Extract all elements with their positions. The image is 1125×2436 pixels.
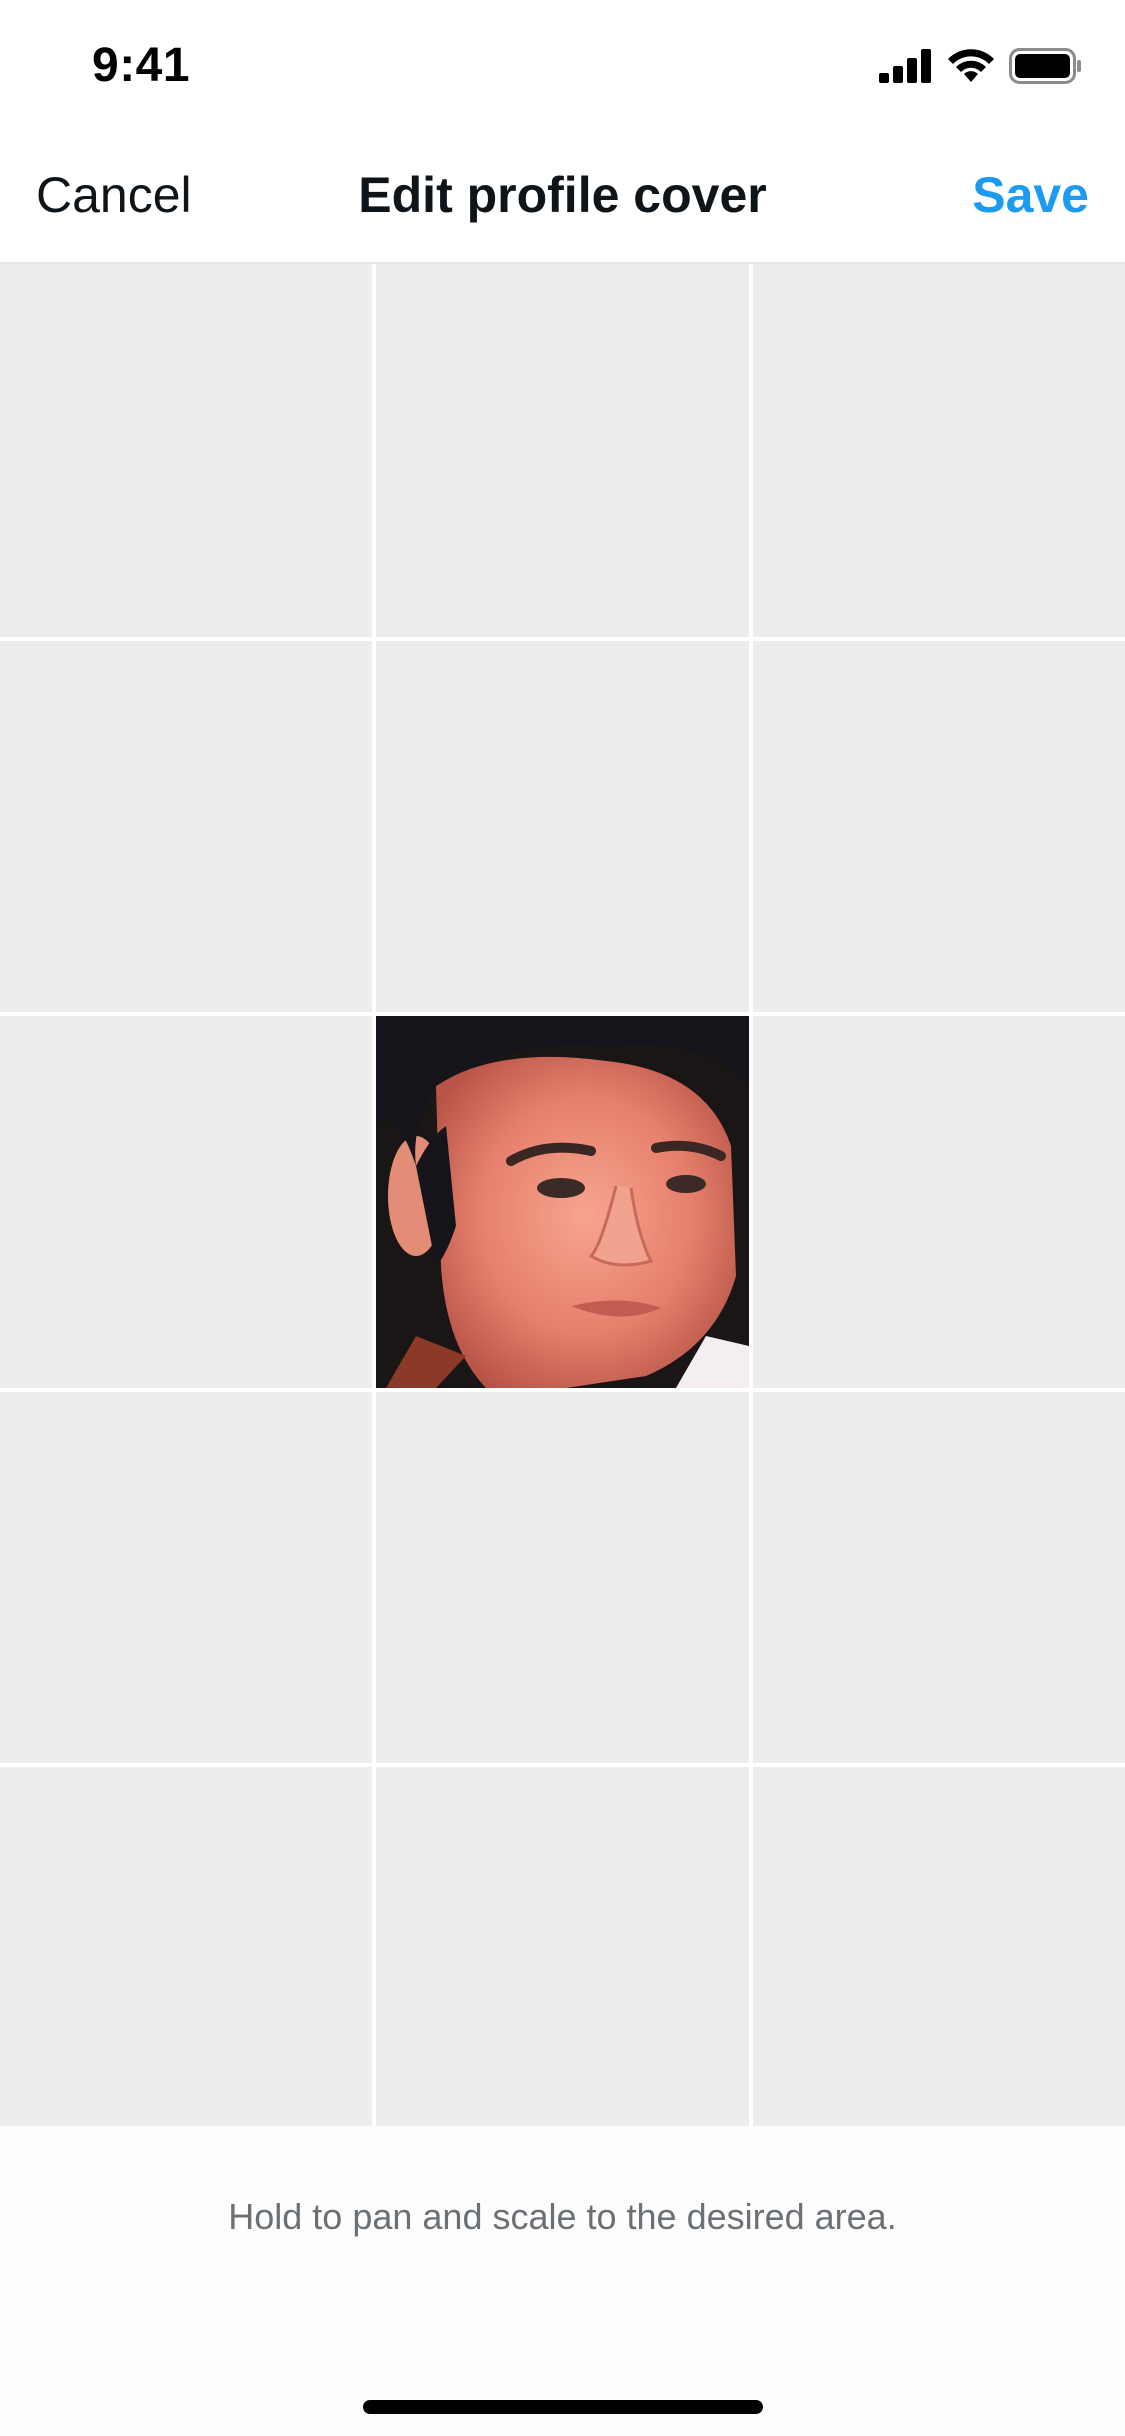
- grid-line: [372, 264, 376, 2126]
- save-button[interactable]: Save: [972, 166, 1089, 224]
- grid-line: [0, 1388, 1125, 1392]
- cover-photo[interactable]: [376, 1016, 749, 1388]
- cellular-signal-icon: [879, 49, 931, 83]
- grid-line: [749, 264, 753, 2126]
- status-bar: 9:41: [0, 0, 1125, 132]
- battery-icon: [1009, 48, 1081, 84]
- grid-line: [0, 637, 1125, 641]
- home-indicator[interactable]: [363, 2400, 763, 2414]
- grid-line: [0, 1012, 1125, 1016]
- wifi-icon: [948, 49, 994, 82]
- page-title: Edit profile cover: [358, 167, 767, 223]
- status-icons: [879, 48, 1083, 84]
- grid-line: [0, 1763, 1125, 1767]
- footer: Hold to pan and scale to the desired are…: [0, 2126, 1125, 2436]
- status-time: 9:41: [92, 39, 191, 92]
- hint-text: Hold to pan and scale to the desired are…: [228, 2196, 897, 2237]
- crop-area[interactable]: [0, 264, 1125, 2126]
- portrait-image: [376, 1016, 749, 1388]
- nav-bar: Cancel Edit profile cover Save: [0, 132, 1125, 264]
